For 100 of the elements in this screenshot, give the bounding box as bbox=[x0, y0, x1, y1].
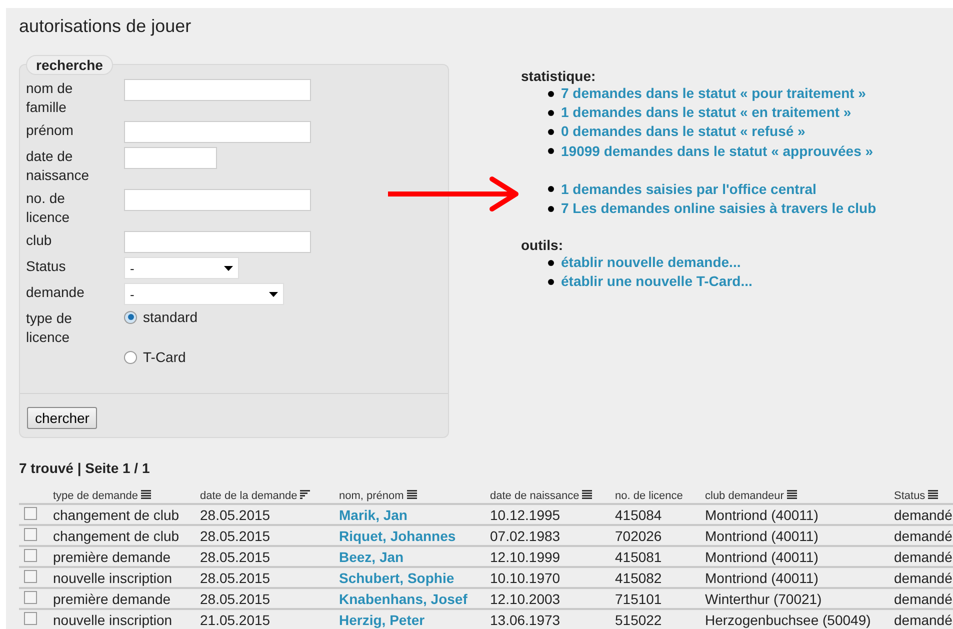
table-cell: Montriond (40011) bbox=[705, 528, 818, 544]
table-cell: Herzogenbuchsee (50049) bbox=[705, 612, 871, 628]
table-cell: 28.05.2015 bbox=[200, 528, 270, 544]
table-cell: première demande bbox=[53, 549, 171, 565]
section-heading: statistique: bbox=[521, 68, 597, 84]
table-cell: 28.05.2015 bbox=[200, 591, 270, 607]
sort-icon[interactable] bbox=[786, 490, 797, 499]
table-cell: changement de club bbox=[53, 507, 180, 523]
table-cell: nouvelle inscription bbox=[53, 570, 172, 586]
player-link[interactable]: Knabenhans, Josef bbox=[339, 591, 468, 607]
player-link[interactable]: Beez, Jan bbox=[339, 549, 404, 565]
field-label: club bbox=[26, 231, 53, 250]
player-link[interactable]: Marik, Jan bbox=[339, 507, 408, 523]
statistic-link[interactable]: 7 demandes dans le statut « pour traitement » bbox=[561, 84, 866, 104]
field-label: demande bbox=[26, 283, 86, 302]
radio-label: T-Card bbox=[143, 349, 186, 365]
arrow-icon bbox=[388, 176, 520, 212]
table-cell: première demande bbox=[53, 591, 171, 607]
table-cell: Winterthur (70021) bbox=[705, 591, 822, 607]
bullet-icon bbox=[548, 260, 554, 266]
column-header[interactable]: Status bbox=[894, 490, 926, 502]
column-header[interactable]: type de demande bbox=[53, 490, 138, 502]
dropdown[interactable]: - bbox=[124, 257, 239, 279]
statistic-link[interactable]: 1 demandes dans le statut « en traitement » bbox=[561, 103, 852, 122]
bullet-icon bbox=[548, 90, 554, 97]
table-cell: 12.10.1999 bbox=[490, 549, 560, 565]
sort-icon[interactable] bbox=[582, 490, 592, 499]
table-cell: 13.06.1973 bbox=[490, 612, 560, 628]
column-header[interactable]: club demandeur bbox=[705, 490, 784, 502]
table-cell: demandé bbox=[894, 612, 952, 628]
table-cell: 07.02.1983 bbox=[490, 528, 560, 544]
table-cell: 515022 bbox=[615, 612, 662, 628]
table-cell: 28.05.2015 bbox=[200, 570, 270, 586]
page-title: autorisations de jouer bbox=[19, 15, 192, 38]
table-cell: demandé bbox=[894, 528, 952, 544]
text-field[interactable] bbox=[124, 147, 217, 169]
radio-button[interactable] bbox=[124, 310, 137, 324]
table-cell: nouvelle inscription bbox=[53, 612, 172, 628]
row-checkbox[interactable] bbox=[24, 549, 37, 562]
sort-icon[interactable] bbox=[928, 490, 938, 499]
section-heading: outils: bbox=[521, 237, 564, 254]
bullet-icon bbox=[548, 148, 554, 154]
sort-descending-icon[interactable] bbox=[300, 490, 310, 499]
field-label: Status bbox=[26, 257, 67, 276]
statistic-link[interactable]: 0 demandes dans le statut « refusé » bbox=[561, 122, 806, 142]
dropdown[interactable]: - bbox=[124, 283, 284, 305]
statistic-link[interactable]: 7 Les demandes online saisies à travers le club bbox=[561, 199, 876, 218]
tool-link[interactable]: établir une nouvelle T-Card... bbox=[561, 272, 752, 292]
player-link[interactable]: Herzig, Peter bbox=[339, 612, 425, 628]
table-cell: Montriond (40011) bbox=[705, 507, 818, 523]
table-cell: 715101 bbox=[615, 591, 662, 607]
text-field[interactable] bbox=[124, 189, 311, 211]
field-label: type de licence bbox=[26, 309, 73, 347]
table-cell: 10.12.1995 bbox=[490, 507, 560, 523]
row-checkbox[interactable] bbox=[24, 507, 37, 520]
panel-legend: recherche bbox=[26, 55, 113, 75]
table-cell: 10.10.1970 bbox=[490, 570, 560, 586]
bullet-icon bbox=[548, 206, 554, 212]
table-cell: Montriond (40011) bbox=[705, 570, 818, 586]
column-header[interactable]: no. de licence bbox=[615, 490, 683, 502]
column-header[interactable]: date de la demande bbox=[200, 490, 298, 502]
text-field[interactable] bbox=[124, 79, 311, 101]
table-cell: 702026 bbox=[615, 528, 662, 544]
table-cell: 28.05.2015 bbox=[200, 507, 270, 523]
row-checkbox[interactable] bbox=[24, 528, 37, 541]
player-link[interactable]: Schubert, Sophie bbox=[339, 570, 454, 586]
result-summary: 7 trouvé | Seite 1 / 1 bbox=[19, 460, 151, 476]
row-checkbox[interactable] bbox=[24, 570, 37, 583]
column-header[interactable]: date de naissance bbox=[490, 490, 580, 502]
table-cell: 21.05.2015 bbox=[200, 612, 270, 628]
player-link[interactable]: Riquet, Johannes bbox=[339, 528, 456, 544]
text-field[interactable] bbox=[124, 231, 311, 253]
table-cell: demandé bbox=[894, 570, 952, 586]
table-cell: 28.05.2015 bbox=[200, 549, 270, 565]
table-cell: 415081 bbox=[615, 549, 662, 565]
table-cell: 12.10.2003 bbox=[490, 591, 560, 607]
bullet-icon bbox=[548, 129, 554, 135]
statistic-link[interactable]: 1 demandes saisies par l'office central bbox=[561, 180, 816, 200]
table-cell: demandé bbox=[894, 591, 952, 607]
row-checkbox[interactable] bbox=[24, 612, 37, 625]
radio-label: standard bbox=[143, 309, 198, 325]
sort-icon[interactable] bbox=[141, 490, 152, 499]
column-header[interactable]: nom, prénom bbox=[339, 490, 404, 502]
table-cell: Montriond (40011) bbox=[705, 549, 818, 565]
table-cell: changement de club bbox=[53, 528, 180, 544]
table-cell: 415084 bbox=[615, 507, 662, 523]
text-field[interactable] bbox=[124, 121, 311, 143]
statistic-link[interactable]: 19099 demandes dans le statut « approuvées » bbox=[561, 142, 874, 161]
table-cell: demandé bbox=[894, 507, 952, 523]
search-button[interactable]: chercher bbox=[27, 407, 98, 429]
caret-icon bbox=[269, 292, 278, 296]
field-label: prénom bbox=[26, 121, 74, 140]
radio-button[interactable] bbox=[124, 350, 137, 364]
sort-icon[interactable] bbox=[406, 490, 417, 499]
tool-link[interactable]: établir nouvelle demande... bbox=[561, 253, 741, 272]
table-cell: 415082 bbox=[615, 570, 662, 586]
bullet-icon bbox=[548, 110, 554, 116]
row-checkbox[interactable] bbox=[24, 591, 37, 604]
table-cell: demandé bbox=[894, 549, 952, 565]
caret-icon bbox=[224, 266, 233, 270]
